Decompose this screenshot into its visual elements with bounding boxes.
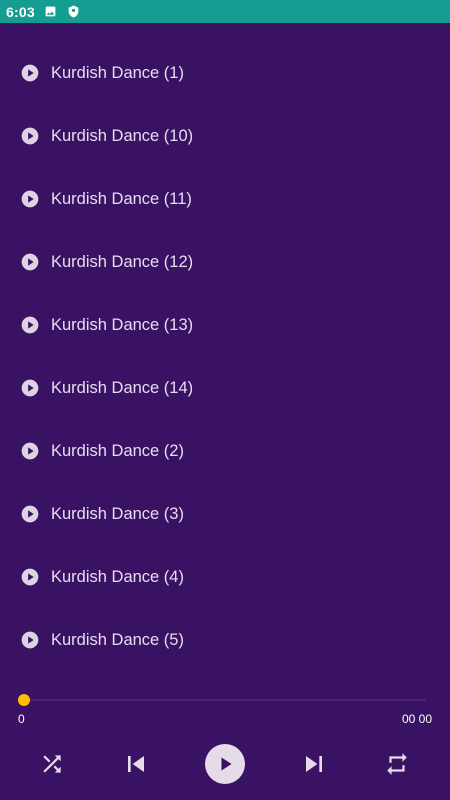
track-title: Kurdish Dance (2) [51, 441, 184, 460]
track-title: Kurdish Dance (14) [51, 378, 194, 397]
list-item[interactable]: Kurdish Dance (14) [10, 357, 440, 420]
play-circle-icon [20, 630, 40, 650]
image-icon [44, 5, 58, 19]
next-icon [306, 756, 322, 772]
current-time: 0 [18, 712, 25, 726]
list-item[interactable]: Kurdish Dance (4) [10, 546, 440, 609]
shuffle-button[interactable] [38, 750, 66, 778]
repeat-button[interactable] [383, 750, 411, 778]
list-item[interactable]: Kurdish Dance (1) [10, 42, 440, 105]
playback-controls [0, 738, 450, 790]
total-duration: 00 00 [401, 712, 432, 726]
list-item[interactable]: Kurdish Dance (11) [10, 168, 440, 231]
list-item[interactable]: Kurdish Dance (2) [10, 420, 440, 483]
seek-area: 0 00 00 [0, 690, 450, 730]
play-circle-icon [20, 504, 40, 524]
seek-thumb[interactable] [18, 694, 30, 706]
seek-bar[interactable] [24, 699, 426, 701]
play-icon [221, 757, 232, 771]
track-title: Kurdish Dance (11) [51, 189, 192, 208]
play-circle-icon [20, 378, 40, 398]
list-item[interactable]: Kurdish Dance (5) [10, 609, 440, 672]
play-button[interactable] [205, 744, 245, 784]
track-title: Kurdish Dance (3) [51, 504, 184, 523]
play-circle-icon [20, 189, 40, 209]
track-title: Kurdish Dance (10) [51, 126, 194, 145]
play-circle-icon [20, 441, 40, 461]
play-circle-icon [20, 567, 40, 587]
repeat-icon [387, 753, 407, 775]
previous-icon [128, 756, 144, 772]
play-circle-icon [20, 315, 40, 335]
play-circle-icon [20, 252, 40, 272]
track-title: Kurdish Dance (13) [51, 315, 194, 334]
list-item[interactable]: Kurdish Dance (13) [10, 294, 440, 357]
previous-button[interactable] [120, 748, 152, 780]
list-item[interactable]: Kurdish Dance (10) [10, 105, 440, 168]
shuffle-icon [43, 755, 61, 773]
track-title: Kurdish Dance (1) [51, 63, 184, 82]
play-circle-icon [20, 63, 40, 83]
list-item[interactable]: Kurdish Dance (3) [10, 483, 440, 546]
track-list: Kurdish Dance (1) Kurdish Dance (10) Kur… [10, 42, 440, 672]
status-time: 6:03 [6, 3, 35, 20]
shield-icon [67, 5, 81, 19]
track-title: Kurdish Dance (5) [51, 630, 184, 649]
track-title: Kurdish Dance (12) [51, 252, 194, 271]
list-item[interactable]: Kurdish Dance (12) [10, 231, 440, 294]
play-circle-icon [20, 126, 40, 146]
track-title: Kurdish Dance (4) [51, 567, 184, 586]
next-button[interactable] [298, 748, 330, 780]
status-bar: 6:03 [0, 0, 450, 23]
